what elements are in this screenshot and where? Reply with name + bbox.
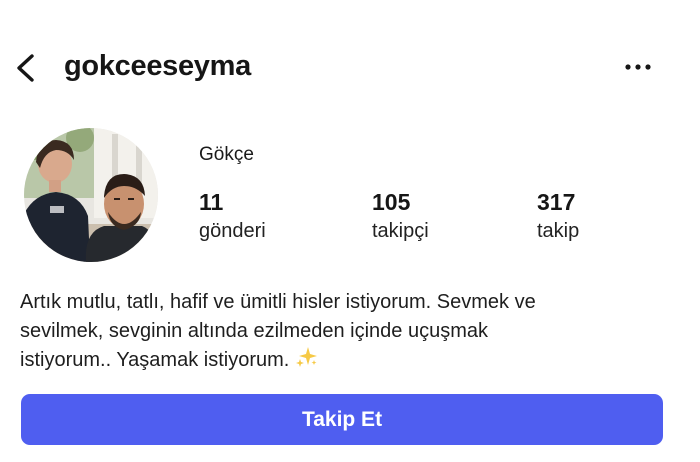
stat-followers-label: takipçi: [372, 220, 429, 242]
stat-following-count: 317: [537, 189, 576, 215]
stat-followers[interactable]: 105 takipçi: [372, 188, 429, 244]
stat-posts-label: gönderi: [199, 220, 266, 242]
follow-button[interactable]: Takip Et: [21, 394, 663, 445]
stat-following[interactable]: 317 takip: [537, 188, 579, 244]
stat-posts[interactable]: 11 gönderi: [199, 188, 266, 244]
more-options-button[interactable]: [620, 52, 656, 82]
bio-line: sevilmek, sevginin altında ezilmeden içi…: [20, 319, 489, 342]
profile-avatar[interactable]: [24, 128, 158, 262]
profile-username: gokceeseyma: [64, 50, 251, 82]
bio-line-last: istiyorum.. Yaşamak istiyorum.: [20, 345, 680, 378]
stat-followers-count: 105: [372, 189, 411, 215]
profile-bio: Artık mutlu, tatlı, hafif ve ümitli hisl…: [20, 288, 680, 378]
profile-display-name: Gökçe: [199, 144, 254, 165]
bio-line: Artık mutlu, tatlı, hafif ve ümitli hisl…: [20, 291, 536, 313]
stat-following-label: takip: [537, 220, 580, 242]
sparkles-icon: [295, 345, 319, 378]
stat-posts-count: 11: [199, 189, 224, 215]
bio-line-text: istiyorum.. Yaşamak istiyorum.: [20, 349, 290, 371]
chevron-left-icon: [17, 54, 34, 82]
more-horizontal-icon: [625, 64, 651, 70]
profile-header: gokceeseyma: [0, 38, 700, 98]
back-button[interactable]: [12, 48, 42, 88]
